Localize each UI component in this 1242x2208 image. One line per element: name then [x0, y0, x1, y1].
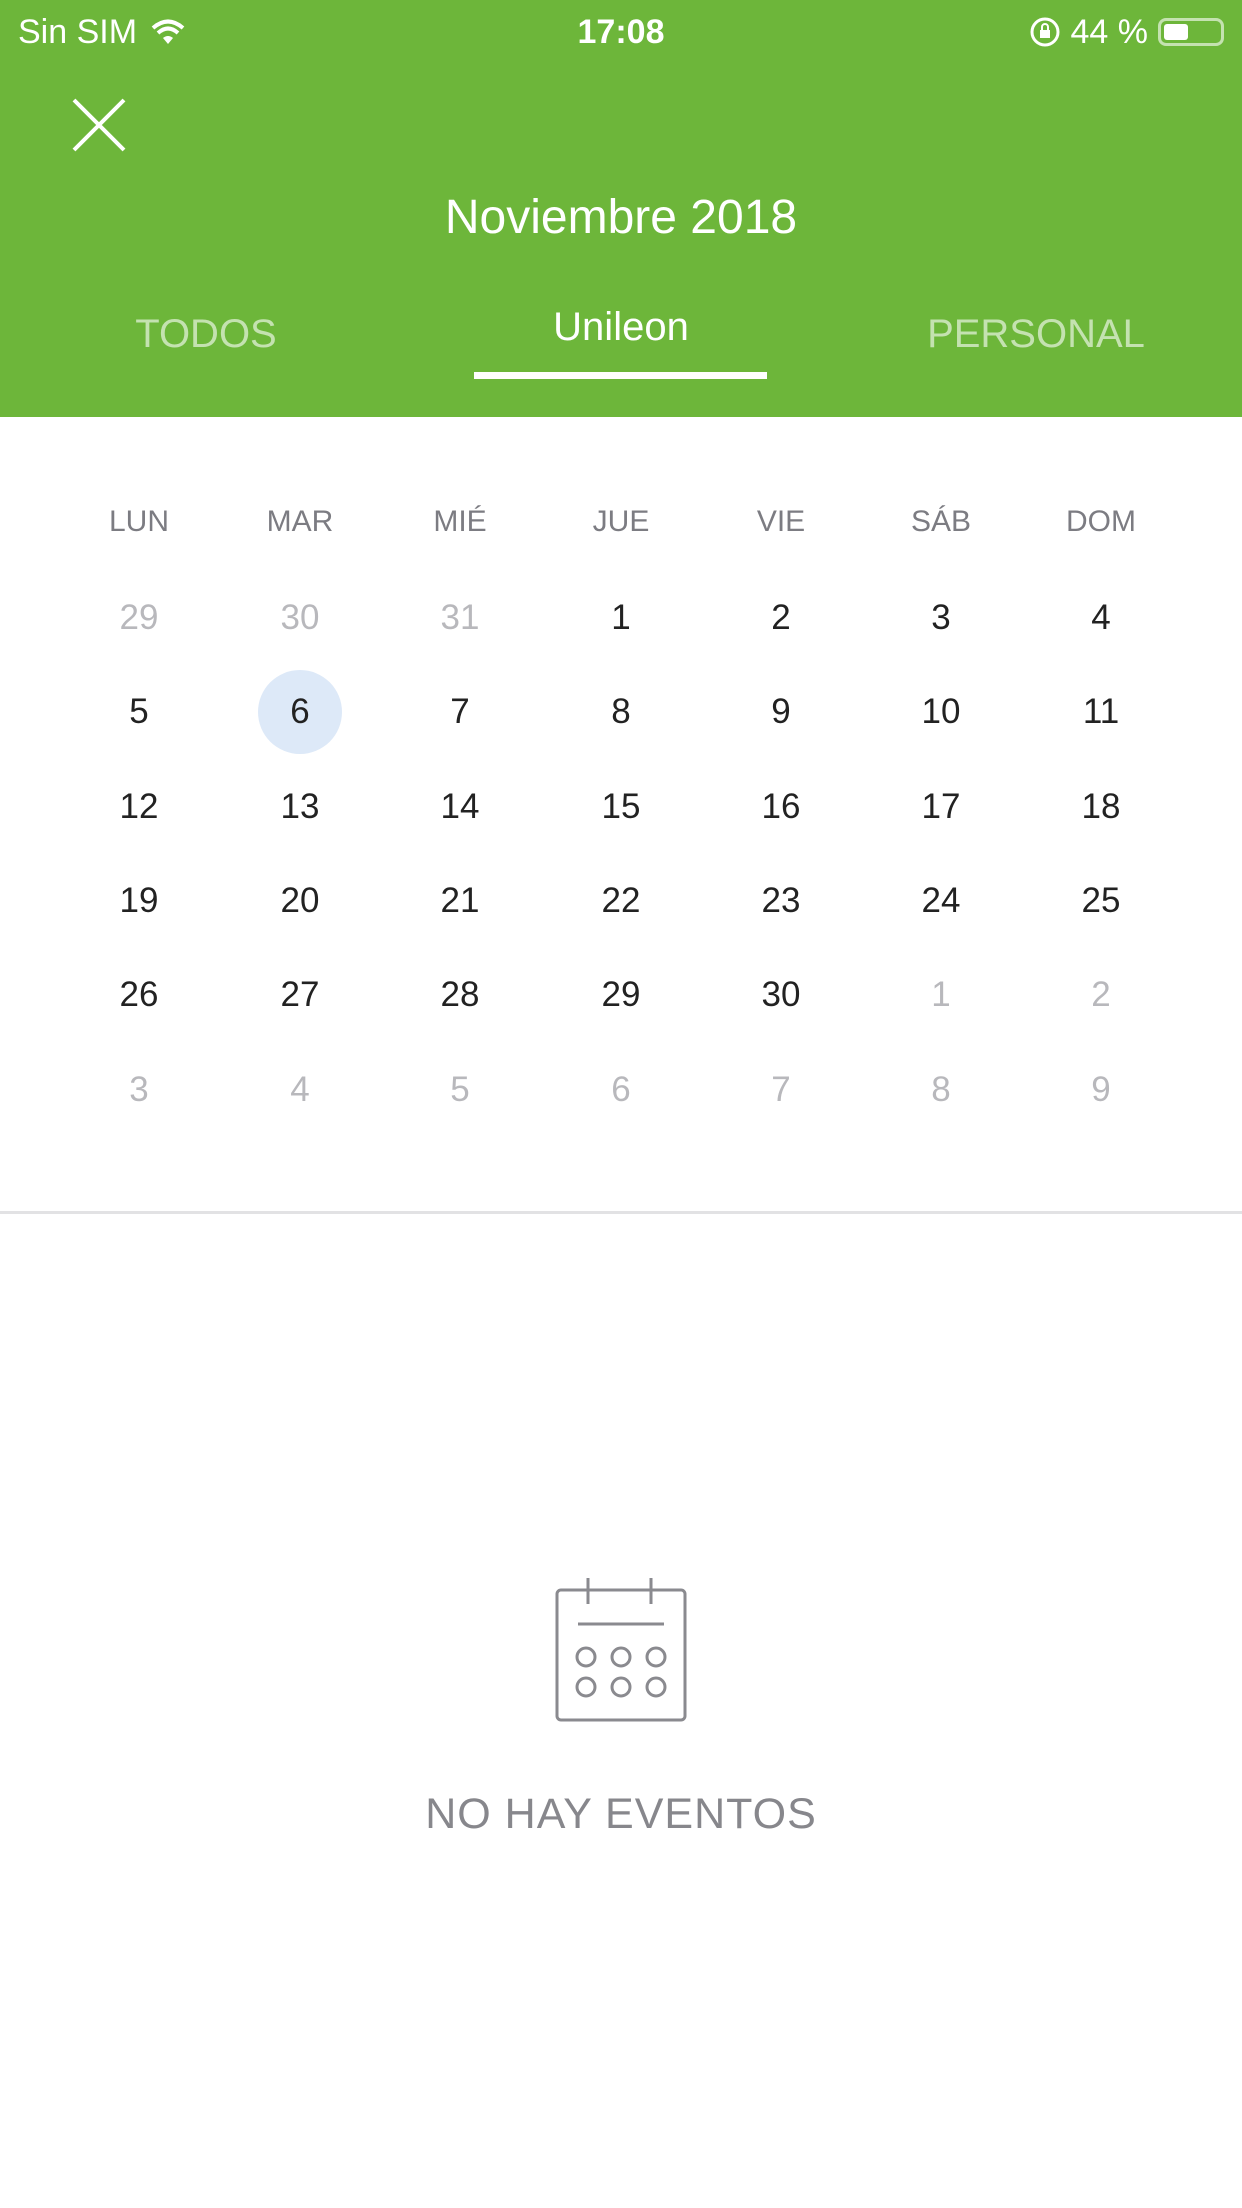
day-cell[interactable]: 22: [579, 859, 663, 943]
day-cell[interactable]: 28: [418, 953, 502, 1037]
day-cell[interactable]: 15: [579, 765, 663, 849]
day-cell[interactable]: 25: [1059, 859, 1143, 943]
day-cell[interactable]: 8: [579, 670, 663, 754]
empty-state-text: NO HAY EVENTOS: [425, 1790, 817, 1838]
header: Sin SIM 17:08 44 % Noviembre 2018 TODOS …: [0, 0, 1242, 417]
day-cell[interactable]: 21: [418, 859, 502, 943]
weekday-header: LUN: [108, 505, 169, 538]
day-cell[interactable]: 12: [97, 765, 181, 849]
calendar-icon: [555, 1578, 687, 1722]
day-cell[interactable]: 18: [1059, 765, 1143, 849]
close-icon[interactable]: [70, 96, 128, 154]
day-cell[interactable]: 17: [899, 765, 983, 849]
day-cell[interactable]: 13: [258, 765, 342, 849]
weekday-header: SÁB: [910, 505, 972, 538]
divider: [0, 1211, 1242, 1214]
day-cell[interactable]: 30: [739, 953, 823, 1037]
tab-personal[interactable]: PERSONAL: [886, 312, 1186, 357]
weekday-header: MIÉ: [433, 505, 487, 538]
day-cell[interactable]: 4: [1059, 576, 1143, 660]
day-cell[interactable]: 2: [739, 576, 823, 660]
day-cell[interactable]: 8: [899, 1048, 983, 1132]
day-cell[interactable]: 23: [739, 859, 823, 943]
day-cell[interactable]: 3: [97, 1048, 181, 1132]
day-cell[interactable]: 31: [418, 576, 502, 660]
weekday-header: DOM: [1066, 505, 1136, 538]
active-tab-indicator: [474, 372, 767, 379]
day-cell[interactable]: 2: [1059, 953, 1143, 1037]
day-cell[interactable]: 5: [97, 670, 181, 754]
day-cell[interactable]: 11: [1059, 670, 1143, 754]
day-cell-selected[interactable]: 6: [258, 670, 342, 754]
day-cell[interactable]: 1: [579, 576, 663, 660]
day-cell[interactable]: 14: [418, 765, 502, 849]
rotation-lock-icon: [1030, 17, 1059, 47]
battery-fill: [1164, 24, 1188, 40]
day-cell[interactable]: 7: [418, 670, 502, 754]
day-cell[interactable]: 30: [258, 576, 342, 660]
day-cell[interactable]: 20: [258, 859, 342, 943]
tab-unileon[interactable]: Unileon: [471, 305, 771, 350]
page-title: Noviembre 2018: [444, 191, 798, 244]
weekday-header: MAR: [266, 505, 334, 538]
weekday-header: JUE: [592, 505, 650, 538]
day-cell[interactable]: 3: [899, 576, 983, 660]
day-cell[interactable]: 10: [899, 670, 983, 754]
day-cell[interactable]: 27: [258, 953, 342, 1037]
day-cell[interactable]: 7: [739, 1048, 823, 1132]
day-cell[interactable]: 16: [739, 765, 823, 849]
day-cell[interactable]: 26: [97, 953, 181, 1037]
day-cell[interactable]: 29: [97, 576, 181, 660]
day-cell[interactable]: 19: [97, 859, 181, 943]
battery-icon: [1158, 18, 1224, 46]
day-cell[interactable]: 29: [579, 953, 663, 1037]
day-cell[interactable]: 4: [258, 1048, 342, 1132]
tab-todos[interactable]: TODOS: [56, 312, 356, 357]
day-cell[interactable]: 5: [418, 1048, 502, 1132]
day-cell[interactable]: 9: [1059, 1048, 1143, 1132]
battery-percent: 44 %: [1070, 13, 1149, 51]
day-cell[interactable]: 6: [579, 1048, 663, 1132]
weekday-header: VIE: [756, 505, 806, 538]
status-right: 44 %: [1029, 10, 1224, 54]
day-cell[interactable]: 24: [899, 859, 983, 943]
day-cell[interactable]: 1: [899, 953, 983, 1037]
day-cell[interactable]: 9: [739, 670, 823, 754]
